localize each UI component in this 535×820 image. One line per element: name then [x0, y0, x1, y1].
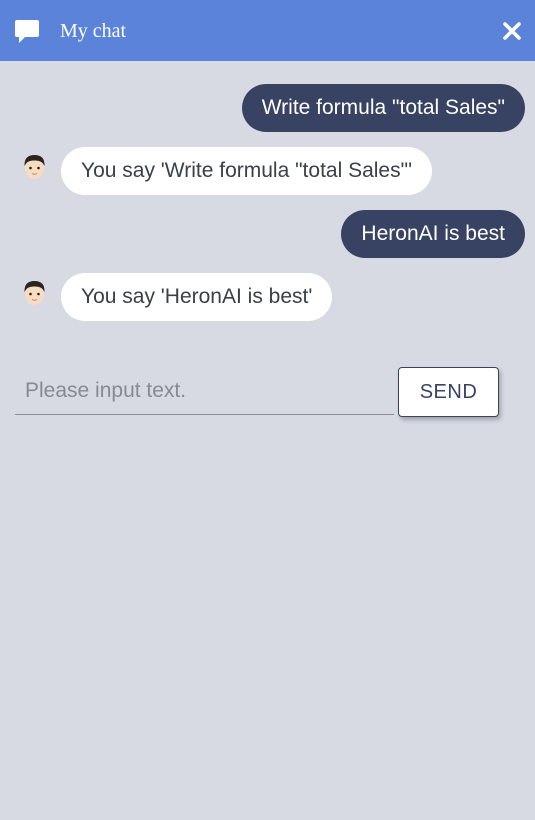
- message-input-wrapper: [15, 369, 394, 415]
- speech-bubble-icon: [15, 20, 39, 43]
- chat-title: My chat: [60, 20, 127, 42]
- user-message: HeronAI is best: [341, 210, 525, 258]
- bot-message-row: You say 'Write formula "total Sales"': [0, 147, 535, 197]
- chat-header: My chat: [0, 0, 535, 61]
- avatar-icon: [24, 281, 45, 305]
- close-icon[interactable]: [501, 20, 523, 42]
- user-message: Write formula "total Sales": [241, 84, 525, 132]
- send-button[interactable]: SEND: [398, 367, 499, 417]
- bot-message: You say 'Write formula "total Sales"': [61, 147, 433, 195]
- avatar-icon: [24, 155, 45, 179]
- bot-message: You say 'HeronAI is best': [61, 273, 333, 321]
- message-input[interactable]: [15, 369, 394, 413]
- bot-message-row: You say 'HeronAI is best': [0, 273, 535, 323]
